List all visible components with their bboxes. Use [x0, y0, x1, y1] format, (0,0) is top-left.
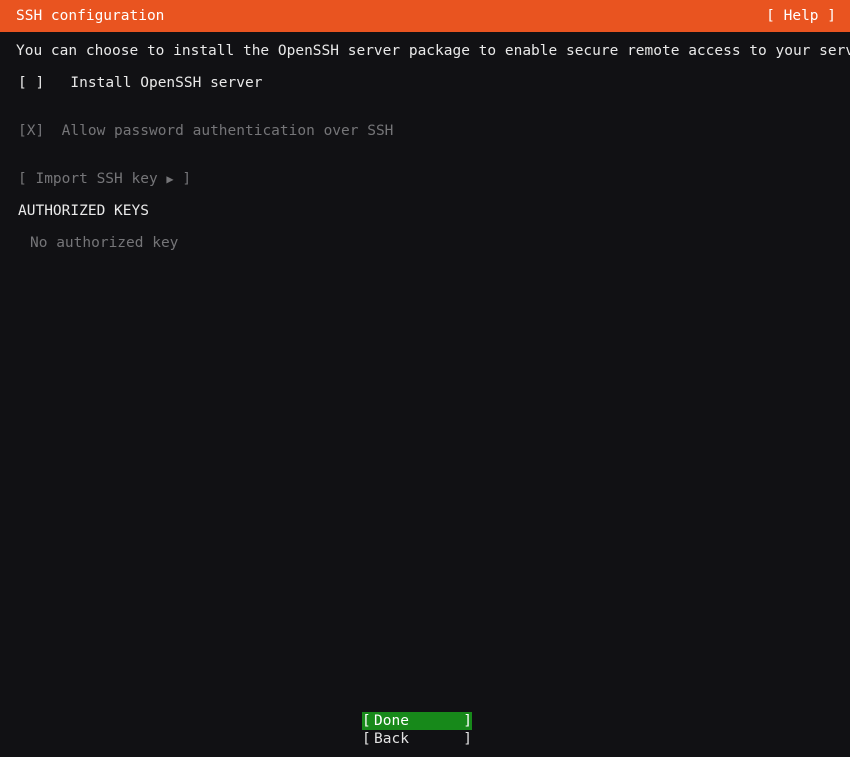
checkbox-label: Allow password authentication over SSH	[61, 123, 394, 139]
caret-right-icon: ▶	[166, 172, 174, 186]
close-bracket: ]	[463, 713, 472, 729]
intro-text: You can choose to install the OpenSSH se…	[16, 43, 850, 59]
authorized-keys-heading: AUTHORIZED KEYS	[18, 203, 149, 219]
checkbox-allow-password-authentication[interactable]: [X] Allow password authentication over S…	[18, 123, 393, 139]
open-bracket: [	[362, 731, 371, 747]
close-bracket: ]	[182, 171, 192, 187]
back-button[interactable]: [ Back ]	[362, 730, 472, 748]
title-bar: SSH configuration [ Help ]	[0, 0, 850, 32]
page-title: SSH configuration	[16, 8, 165, 24]
checkbox-spacer	[44, 75, 70, 91]
done-button[interactable]: [ Done ]	[362, 712, 472, 730]
checkbox-label: Install OpenSSH server	[70, 75, 263, 91]
help-button[interactable]: [ Help ]	[766, 8, 836, 24]
open-bracket: [	[18, 171, 27, 187]
checkbox-install-openssh-server[interactable]: [ ] Install OpenSSH server	[18, 75, 262, 91]
checkbox-indicator: [ ]	[18, 75, 45, 91]
import-ssh-key-dropdown[interactable]: [ Import SSH key ▶ ]	[18, 171, 191, 187]
installer-screen: SSH configuration [ Help ] You can choos…	[0, 0, 850, 757]
done-button-label: Done	[374, 713, 409, 729]
authorized-keys-empty-text: No authorized key	[30, 235, 179, 251]
main-content: You can choose to install the OpenSSH se…	[0, 32, 850, 757]
close-bracket: ]	[463, 731, 472, 747]
open-bracket: [	[362, 713, 371, 729]
back-button-label: Back	[374, 731, 409, 747]
import-ssh-key-label: Import SSH key	[35, 171, 158, 187]
checkbox-spacer	[44, 123, 61, 139]
checkbox-indicator: [X]	[18, 123, 45, 139]
